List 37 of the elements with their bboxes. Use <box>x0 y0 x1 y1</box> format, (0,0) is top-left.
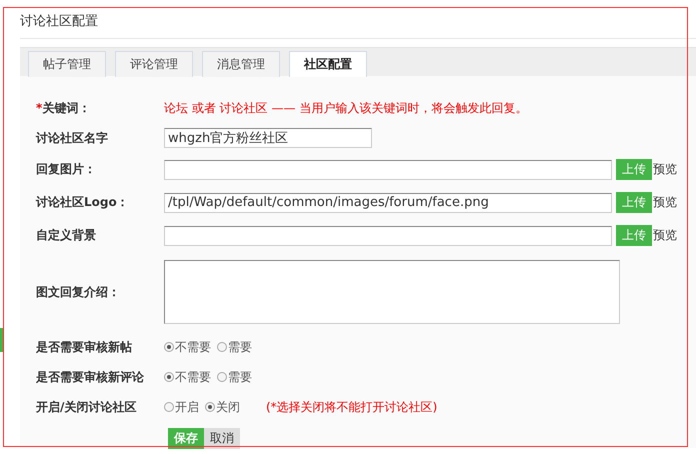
radio-label[interactable]: 不需要 <box>175 368 211 386</box>
field-label: 自定义背景 <box>36 227 97 244</box>
tab[interactable]: 消息管理 <box>202 51 280 77</box>
keyword-hint: 论坛 或者 讨论社区 —— 当用户输入该关键词时，将会触发此回复。 <box>164 100 528 116</box>
radio-button[interactable] <box>217 342 227 352</box>
field-label: 讨论社区名字 <box>36 130 109 146</box>
field-label: 图文回复介绍： <box>36 284 121 300</box>
field-label: 开启/关闭讨论社区 <box>36 398 138 416</box>
radio-button[interactable] <box>164 342 174 352</box>
field-label: 是否需要审核新帖 <box>36 338 133 356</box>
radio-button[interactable] <box>164 402 174 412</box>
preview-link[interactable]: 预览 <box>653 227 677 244</box>
page-title: 讨论社区配置 <box>20 7 696 39</box>
tab[interactable]: 评论管理 <box>115 51 193 77</box>
radio-button[interactable] <box>164 372 174 382</box>
field-label: *关键词： <box>36 100 92 116</box>
radio-button[interactable] <box>205 402 215 412</box>
radio-label[interactable]: 需要 <box>228 368 252 386</box>
radio-label[interactable]: 不需要 <box>175 338 211 356</box>
radio-button[interactable] <box>217 372 227 382</box>
input-field[interactable]: /tpl/Wap/default/common/images/forum/face.png <box>164 192 612 212</box>
preview-link[interactable]: 预览 <box>653 161 677 178</box>
tab[interactable]: 社区配置 <box>289 51 367 77</box>
cancel-button[interactable]: 取消 <box>204 428 240 449</box>
preview-link[interactable]: 预览 <box>653 194 677 211</box>
tab[interactable]: 帖子管理 <box>28 51 106 77</box>
input-field[interactable] <box>164 160 612 180</box>
field-label: 回复图片： <box>36 161 97 178</box>
side-marker <box>0 328 3 352</box>
field-label: 讨论社区Logo： <box>36 194 130 211</box>
field-label: 是否需要审核新评论 <box>36 368 145 386</box>
radio-label[interactable]: 需要 <box>228 338 252 356</box>
warning-note: (*选择关闭将不能打开讨论社区) <box>266 398 438 416</box>
input-field[interactable] <box>164 226 612 246</box>
radio-label[interactable]: 关闭 <box>216 398 240 416</box>
radio-label[interactable]: 开启 <box>175 398 199 416</box>
input-field[interactable]: whgzh官方粉丝社区 <box>164 128 372 148</box>
